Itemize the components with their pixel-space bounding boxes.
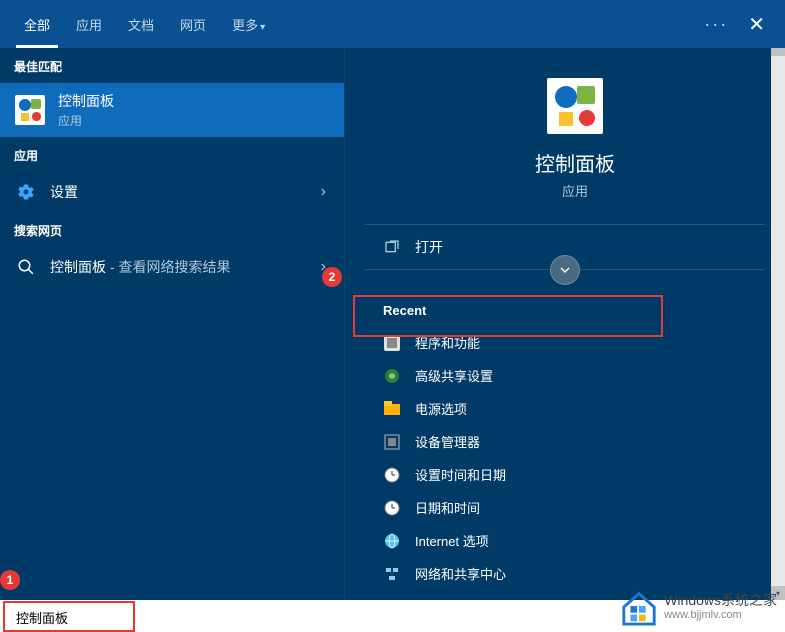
app-result-settings[interactable]: 设置 › — [0, 172, 344, 212]
tab-all[interactable]: 全部 — [20, 1, 54, 48]
clock-icon — [383, 466, 401, 484]
recent-item-sharing[interactable]: 高级共享设置 — [365, 359, 785, 392]
best-match-header: 最佳匹配 — [0, 48, 344, 83]
watermark-title: Windows系统之家 — [664, 593, 777, 608]
recent-item-device-manager[interactable]: 设备管理器 — [365, 425, 785, 458]
recent-item-network-sharing[interactable]: 网络和共享中心 — [365, 557, 785, 590]
network-center-icon — [383, 565, 401, 583]
tab-label: 文档 — [128, 18, 154, 33]
recent-item-internet-options[interactable]: Internet 选项 — [365, 524, 785, 557]
windows-house-icon — [620, 588, 658, 626]
open-icon — [383, 238, 401, 256]
folder-icon — [383, 400, 401, 418]
result-title: 控制面板 - 查看网络搜索结果 — [50, 257, 321, 277]
recent-label: 电源选项 — [415, 399, 467, 418]
network-icon — [383, 367, 401, 385]
best-match-result[interactable]: 控制面板 应用 — [0, 83, 344, 137]
preview-title: 控制面板 — [365, 148, 785, 177]
expand-button[interactable] — [550, 255, 580, 285]
recent-item-power[interactable]: 电源选项 — [365, 392, 785, 425]
tab-more[interactable]: 更多▾ — [228, 1, 269, 48]
recent-header: Recent — [365, 293, 785, 326]
annotation-callout-1: 1 — [0, 570, 20, 590]
action-label: 打开 — [415, 237, 443, 257]
header: 全部 应用 文档 网页 更多▾ ··· ✕ — [0, 0, 785, 48]
web-result[interactable]: 控制面板 - 查看网络搜索结果 › — [0, 247, 344, 287]
more-options-icon[interactable]: ··· — [704, 14, 728, 35]
recent-label: 程序和功能 — [415, 333, 480, 352]
tab-label: 网页 — [180, 18, 206, 33]
watermark-url: www.bjjmlv.com — [664, 609, 777, 621]
recent-label: 设备管理器 — [415, 432, 480, 451]
tabs: 全部 应用 文档 网页 更多▾ — [20, 0, 269, 48]
recent-label: 高级共享设置 — [415, 366, 493, 385]
recent-label: 日期和时间 — [415, 498, 480, 517]
results-pane: 最佳匹配 控制面板 应用 应用 设置 › 搜 — [0, 48, 344, 600]
search-panel: 全部 应用 文档 网页 更多▾ ··· ✕ 最佳匹配 控制面板 应用 — [0, 0, 785, 600]
recent-item-programs[interactable]: 程序和功能 — [365, 326, 785, 359]
annotation-callout-2: 2 — [322, 267, 342, 287]
tab-label: 应用 — [76, 18, 102, 33]
chevron-down-icon: ▾ — [260, 22, 265, 33]
clock-icon — [383, 499, 401, 517]
control-panel-icon — [547, 78, 603, 134]
tab-web[interactable]: 网页 — [176, 1, 210, 48]
recent-label: 网络和共享中心 — [415, 564, 506, 583]
result-title: 设置 — [50, 182, 321, 202]
web-header: 搜索网页 — [0, 212, 344, 247]
watermark: Windows系统之家 www.bjjmlv.com — [620, 588, 777, 626]
taskbar-search[interactable] — [4, 602, 134, 632]
tab-apps[interactable]: 应用 — [72, 1, 106, 48]
recent-label: Internet 选项 — [415, 531, 489, 550]
recent-item-set-datetime[interactable]: 设置时间和日期 — [365, 458, 785, 491]
programs-icon — [383, 334, 401, 352]
close-icon[interactable]: ✕ — [748, 12, 765, 37]
device-icon — [383, 433, 401, 451]
gear-icon — [14, 180, 38, 204]
globe-icon — [383, 532, 401, 550]
search-icon — [14, 255, 38, 279]
recent-label: 设置时间和日期 — [415, 465, 506, 484]
apps-header: 应用 — [0, 137, 344, 172]
preview-pane: 控制面板 应用 打开 Recent 程序和功能 高级共享设置 电源选项 设备管理… — [344, 48, 785, 600]
scrollbar-thumb[interactable] — [771, 48, 785, 56]
scrollbar[interactable]: ▾ — [771, 48, 785, 600]
body: 最佳匹配 控制面板 应用 应用 设置 › 搜 — [0, 48, 785, 600]
tab-label: 更多 — [232, 18, 258, 33]
control-panel-icon — [14, 94, 46, 126]
result-subtitle: 应用 — [58, 112, 330, 129]
tab-label: 全部 — [24, 18, 50, 33]
result-title: 控制面板 — [58, 91, 330, 111]
preview-subtitle: 应用 — [365, 181, 785, 200]
search-input[interactable] — [16, 610, 192, 625]
chevron-right-icon: › — [321, 183, 326, 201]
tab-docs[interactable]: 文档 — [124, 1, 158, 48]
recent-item-datetime[interactable]: 日期和时间 — [365, 491, 785, 524]
